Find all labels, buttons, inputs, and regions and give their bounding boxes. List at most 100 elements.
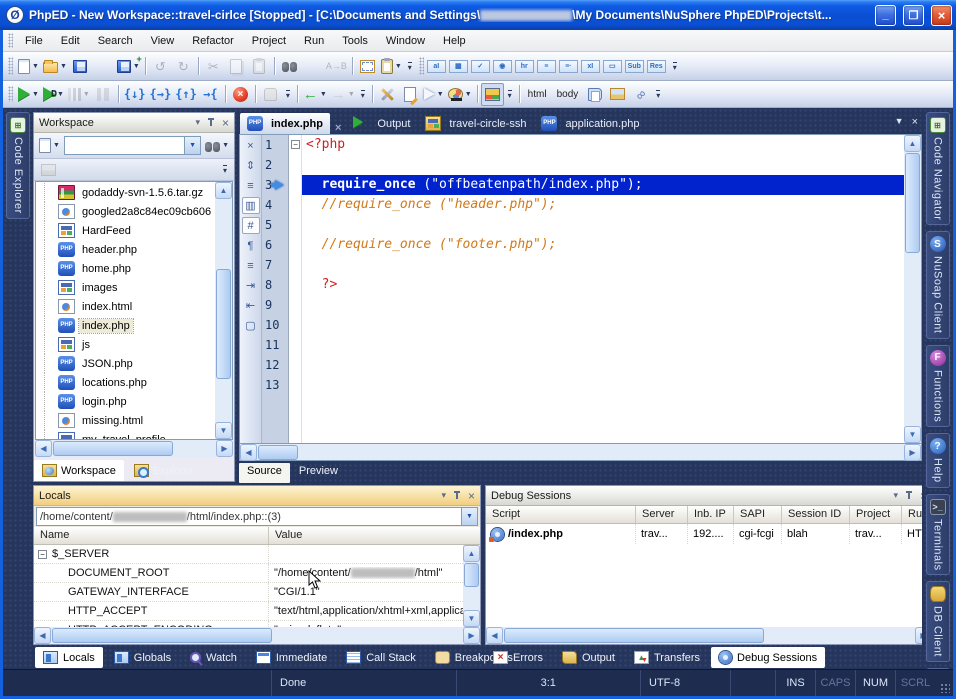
- chevron-down-icon[interactable]: ▼: [395, 63, 402, 70]
- resize-grip[interactable]: [935, 670, 953, 696]
- chevron-down-icon[interactable]: ▼: [348, 91, 355, 98]
- editor-fold-margin[interactable]: −: [289, 135, 302, 443]
- db-tables-button[interactable]: [481, 83, 504, 106]
- break-button[interactable]: [259, 83, 282, 106]
- code-line-13[interactable]: [302, 375, 904, 395]
- locals-row-$_server[interactable]: −$_SERVER: [34, 545, 463, 564]
- scrollbar-thumb[interactable]: [464, 563, 479, 587]
- scroll-left-icon[interactable]: ◀: [486, 627, 503, 644]
- column-header-inbip[interactable]: Inb. IP: [688, 506, 734, 523]
- toolbar-overflow-icon[interactable]: ▾: [408, 62, 412, 71]
- run-to-cursor-button[interactable]: →{: [199, 83, 222, 106]
- form-button-button[interactable]: ▭: [603, 60, 622, 73]
- open-file-button[interactable]: ▼: [41, 55, 69, 78]
- form-list-button[interactable]: ≡: [537, 60, 556, 73]
- file-tree-item-index.html[interactable]: index.html: [36, 297, 215, 316]
- tab-globals[interactable]: Globals: [106, 647, 179, 668]
- form-reset-button[interactable]: Res: [647, 60, 666, 73]
- editor-tab-index-php[interactable]: index.php: [240, 113, 330, 134]
- rail-tab-terminals[interactable]: >_Terminals: [926, 494, 950, 576]
- rail-tab-code-explorer[interactable]: ⊞Code Explorer: [6, 112, 30, 219]
- chevron-down-icon[interactable]: ▼: [437, 91, 444, 98]
- pin-icon[interactable]: [453, 490, 461, 501]
- toolbar-overflow-icon[interactable]: ▾: [508, 90, 512, 99]
- menu-item-tools[interactable]: Tools: [333, 33, 377, 49]
- form-radio-button[interactable]: ◉: [493, 60, 512, 73]
- scroll-right-icon[interactable]: ▶: [915, 627, 922, 644]
- file-tree-item-missing.html[interactable]: missing.html: [36, 411, 215, 430]
- toolbar-grip[interactable]: [8, 57, 13, 75]
- form-checkbox-button[interactable]: ✓: [471, 60, 490, 73]
- step-into-button[interactable]: {↓}: [122, 83, 148, 106]
- scroll-left-icon[interactable]: ◀: [35, 440, 52, 457]
- chevron-down-icon[interactable]: ▾: [195, 117, 200, 128]
- code-line-8[interactable]: ?>: [302, 275, 904, 295]
- scroll-right-icon[interactable]: ▶: [216, 440, 233, 457]
- workspace-tab-explorer[interactable]: Explorer: [126, 460, 202, 481]
- copy-button[interactable]: [225, 55, 248, 78]
- code-line-12[interactable]: [302, 355, 904, 375]
- file-tree-item-js[interactable]: js: [36, 335, 215, 354]
- code-line-11[interactable]: [302, 335, 904, 355]
- file-tree-item-JSON.php[interactable]: JSON.php: [36, 354, 215, 373]
- rail-tab-nusoap-client[interactable]: SNuSoap Client: [926, 231, 950, 338]
- insert-link-button[interactable]: ∞: [629, 83, 652, 106]
- stack-context-select[interactable]: /home/content//html/index.php::(3) ▼: [36, 507, 478, 526]
- editor-code-area[interactable]: <?php require_once ("offbeatenpath/index…: [302, 135, 904, 443]
- code-line-6[interactable]: //require_once ("footer.php");: [302, 235, 904, 255]
- navigate-forward-button[interactable]: →▼: [329, 83, 357, 106]
- chevron-down-icon[interactable]: ▾: [441, 490, 446, 501]
- menu-item-window[interactable]: Window: [377, 33, 434, 49]
- debug-session-row[interactable]: /index.phptrav...192....cgi-fcgiblahtrav…: [486, 524, 922, 544]
- chevron-down-icon[interactable]: ▼: [465, 91, 472, 98]
- scrollbar-thumb[interactable]: [905, 153, 920, 253]
- find-button[interactable]: [278, 55, 301, 78]
- window-layout-button[interactable]: [356, 55, 379, 78]
- publish-button[interactable]: ▼: [422, 83, 446, 106]
- column-select-icon[interactable]: ▥: [242, 197, 260, 214]
- snippets-button[interactable]: [583, 83, 606, 106]
- scroll-up-icon[interactable]: ▲: [904, 135, 921, 152]
- tab-call-stack[interactable]: Call Stack: [338, 647, 424, 668]
- file-tree-item-login.php[interactable]: login.php: [36, 392, 215, 411]
- locals-vertical-scrollbar[interactable]: ▲ ▼: [463, 545, 480, 627]
- run-debugger-button[interactable]: ▼: [41, 83, 66, 106]
- code-line-9[interactable]: [302, 295, 904, 315]
- code-line-5[interactable]: [302, 215, 904, 235]
- step-out-button[interactable]: {↑}: [173, 83, 199, 106]
- debug-horizontal-scrollbar[interactable]: ◀ ▶: [486, 627, 922, 644]
- step-over-button[interactable]: {→}: [148, 83, 174, 106]
- tab-preview[interactable]: Preview: [291, 463, 346, 483]
- save-button[interactable]: [69, 55, 92, 78]
- menu-item-file[interactable]: File: [16, 33, 52, 49]
- toolbar-overflow-icon[interactable]: ▾: [673, 62, 677, 71]
- close-icon[interactable]: ×: [222, 117, 229, 129]
- file-tree-item-home.php[interactable]: home.php: [36, 259, 215, 278]
- replace-button[interactable]: A→B: [324, 55, 349, 78]
- column-header-run[interactable]: Run: [902, 506, 922, 523]
- form-submit-button[interactable]: Sub: [625, 60, 644, 73]
- workspace-search-input[interactable]: ▼: [64, 136, 201, 155]
- file-tree-item-HardFeed[interactable]: HardFeed: [36, 221, 215, 240]
- combo-dropdown-button[interactable]: ▼: [461, 508, 477, 525]
- menu-item-refactor[interactable]: Refactor: [183, 33, 243, 49]
- chevron-down-icon[interactable]: ▼: [83, 91, 90, 98]
- paragraph-marks-icon[interactable]: ¶: [242, 237, 260, 254]
- workspace-horizontal-scrollbar[interactable]: ◀ ▶: [35, 440, 233, 457]
- locals-row-http_accept[interactable]: HTTP_ACCEPT"text/html,application/xhtml+…: [34, 602, 463, 621]
- form-hr-button[interactable]: hr: [515, 60, 534, 73]
- scroll-down-icon[interactable]: ▼: [463, 610, 480, 627]
- file-tree-item-index.php[interactable]: index.php: [36, 316, 215, 335]
- scrollbar-thumb[interactable]: [52, 628, 272, 643]
- minimize-button[interactable]: _: [875, 5, 896, 26]
- wrap-icon[interactable]: ≡: [242, 177, 260, 194]
- editor-gutter[interactable]: 12345678910111213: [262, 135, 289, 443]
- fold-minus-icon[interactable]: −: [291, 140, 300, 149]
- tab-watch[interactable]: Watch: [182, 647, 245, 668]
- column-header[interactable]: Name: [34, 527, 269, 544]
- save-all-button[interactable]: [92, 55, 115, 78]
- tab-immediate[interactable]: Immediate: [248, 647, 335, 668]
- tab-locals[interactable]: Locals: [35, 647, 103, 668]
- file-tree-item-googled2a8c84ec09cb606[interactable]: googled2a8c84ec09cb606: [36, 202, 215, 221]
- workspace-vertical-scrollbar[interactable]: ▲ ▼: [215, 182, 232, 439]
